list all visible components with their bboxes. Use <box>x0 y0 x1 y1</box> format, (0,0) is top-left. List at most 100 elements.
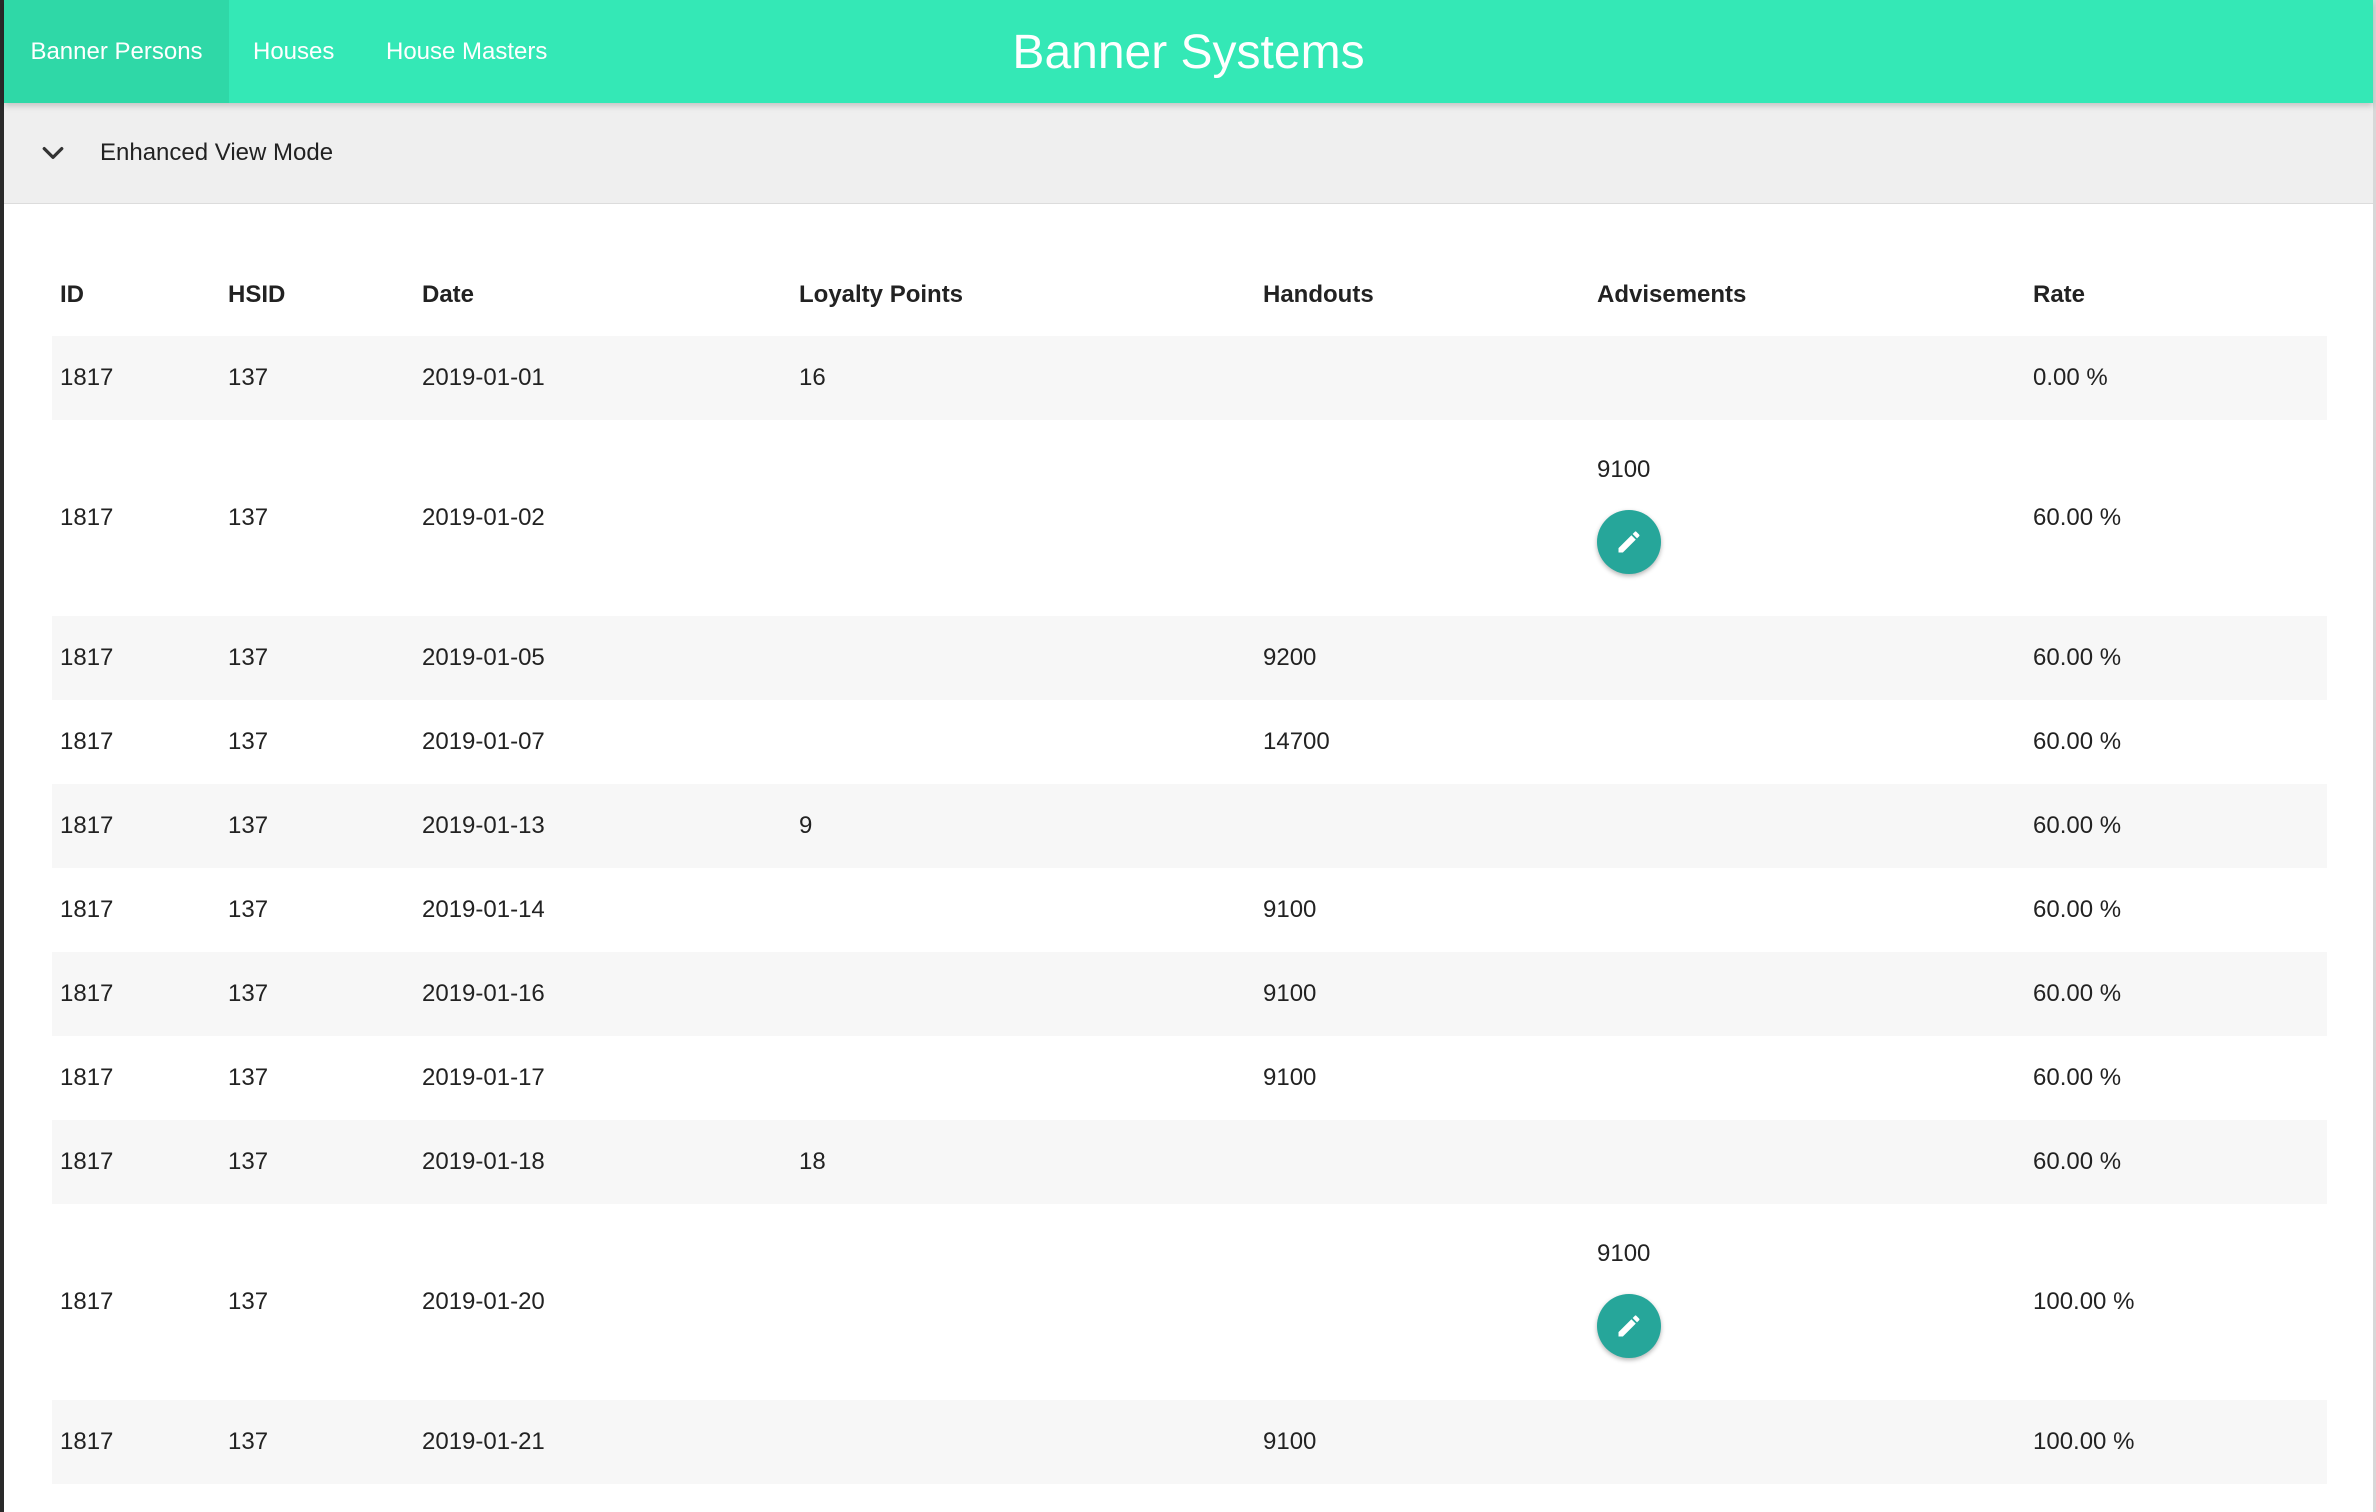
cell-loyalty-points: 18 <box>791 1120 1255 1204</box>
table-row: 1817 137 2019-01-02 9100 60.00 % <box>52 420 2327 616</box>
column-header-hsid[interactable]: HSID <box>220 254 414 336</box>
table-row: 1817 137 2019-01-01 16 0.00 % <box>52 336 2327 420</box>
tab-house-masters[interactable]: House Masters <box>386 0 547 103</box>
cell-advisements <box>1589 616 2025 700</box>
cell-hsid: 137 <box>220 784 414 868</box>
table-row: 1817 137 2019-01-07 14700 60.00 % <box>52 700 2327 784</box>
cell-id: 1817 <box>52 952 220 1036</box>
cell-date: 2019-01-02 <box>414 420 791 616</box>
cell-loyalty-points <box>791 1400 1255 1484</box>
pencil-icon <box>1618 1314 1640 1336</box>
cell-date: 2019-01-13 <box>414 784 791 868</box>
cell-handouts <box>1255 784 1589 868</box>
window-edge <box>0 0 4 1512</box>
cell-hsid: 137 <box>220 1120 414 1204</box>
data-table: ID HSID Date Loyalty Points Handouts Adv… <box>52 254 2327 1484</box>
cell-loyalty-points: 9 <box>791 784 1255 868</box>
cell-handouts: 9100 <box>1255 868 1589 952</box>
cell-id: 1817 <box>52 420 220 616</box>
table-row: 1817 137 2019-01-17 9100 60.00 % <box>52 1036 2327 1120</box>
app-bar: Banner Persons Houses House Masters Bann… <box>4 0 2373 103</box>
cell-advisements: 9100 <box>1589 420 2025 616</box>
page: Banner Persons Houses House Masters Bann… <box>0 0 2376 1512</box>
cell-date: 2019-01-07 <box>414 700 791 784</box>
cell-advisements <box>1589 700 2025 784</box>
cell-hsid: 137 <box>220 420 414 616</box>
cell-handouts: 9100 <box>1255 1036 1589 1120</box>
cell-rate: 60.00 % <box>2025 868 2327 952</box>
cell-advisements <box>1589 1036 2025 1120</box>
cell-hsid: 137 <box>220 616 414 700</box>
cell-rate: 100.00 % <box>2025 1400 2327 1484</box>
cell-advisements <box>1589 952 2025 1036</box>
column-header-loyalty-points[interactable]: Loyalty Points <box>791 254 1255 336</box>
table-header-row: ID HSID Date Loyalty Points Handouts Adv… <box>52 254 2327 336</box>
cell-handouts <box>1255 420 1589 616</box>
advisement-value: 9100 <box>1597 1239 1651 1267</box>
tab-banner-persons[interactable]: Banner Persons <box>4 0 229 103</box>
cell-date: 2019-01-05 <box>414 616 791 700</box>
cell-rate: 60.00 % <box>2025 616 2327 700</box>
cell-rate: 60.00 % <box>2025 784 2327 868</box>
cell-handouts: 9100 <box>1255 1400 1589 1484</box>
cell-date: 2019-01-14 <box>414 868 791 952</box>
panel-label: Enhanced View Mode <box>100 139 334 166</box>
cell-loyalty-points: 16 <box>791 336 1255 420</box>
cell-hsid: 137 <box>220 336 414 420</box>
table-row: 1817 137 2019-01-14 9100 60.00 % <box>52 868 2327 952</box>
cell-id: 1817 <box>52 784 220 868</box>
cell-handouts <box>1255 1204 1589 1400</box>
cell-rate: 100.00 % <box>2025 1204 2327 1400</box>
cell-handouts: 14700 <box>1255 700 1589 784</box>
cell-advisements <box>1589 336 2025 420</box>
cell-loyalty-points <box>791 420 1255 616</box>
column-header-handouts[interactable]: Handouts <box>1255 254 1589 336</box>
cell-id: 1817 <box>52 868 220 952</box>
column-header-advisements[interactable]: Advisements <box>1589 254 2025 336</box>
cell-hsid: 137 <box>220 1204 414 1400</box>
cell-rate: 60.00 % <box>2025 1036 2327 1120</box>
cell-id: 1817 <box>52 336 220 420</box>
cell-handouts: 9200 <box>1255 616 1589 700</box>
cell-advisements <box>1589 868 2025 952</box>
chevron-down-icon[interactable] <box>38 138 68 168</box>
cell-loyalty-points <box>791 616 1255 700</box>
cell-advisements <box>1589 1400 2025 1484</box>
cell-rate: 60.00 % <box>2025 700 2327 784</box>
cell-hsid: 137 <box>220 700 414 784</box>
cell-handouts: 9100 <box>1255 952 1589 1036</box>
cell-rate: 0.00 % <box>2025 336 2327 420</box>
cell-date: 2019-01-20 <box>414 1204 791 1400</box>
cell-advisements: 9100 <box>1589 1204 2025 1400</box>
edit-button[interactable] <box>1597 509 1661 574</box>
cell-hsid: 137 <box>220 952 414 1036</box>
cell-date: 2019-01-17 <box>414 1036 791 1120</box>
tab-houses[interactable]: Houses <box>253 0 334 103</box>
cell-hsid: 137 <box>220 1036 414 1120</box>
pencil-icon <box>1618 530 1640 552</box>
cell-id: 1817 <box>52 1204 220 1400</box>
advisement-value: 9100 <box>1597 455 1651 483</box>
cell-hsid: 137 <box>220 1400 414 1484</box>
cell-date: 2019-01-16 <box>414 952 791 1036</box>
cell-loyalty-points <box>791 1036 1255 1120</box>
enhanced-view-mode-panel[interactable]: Enhanced View Mode <box>4 103 2373 204</box>
table-row: 1817 137 2019-01-21 9100 100.00 % <box>52 1400 2327 1484</box>
cell-rate: 60.00 % <box>2025 1120 2327 1204</box>
cell-loyalty-points <box>791 952 1255 1036</box>
cell-id: 1817 <box>52 1036 220 1120</box>
table-row: 1817 137 2019-01-13 9 60.00 % <box>52 784 2327 868</box>
table-row: 1817 137 2019-01-16 9100 60.00 % <box>52 952 2327 1036</box>
column-header-date[interactable]: Date <box>414 254 791 336</box>
cell-hsid: 137 <box>220 868 414 952</box>
cell-id: 1817 <box>52 1120 220 1204</box>
column-header-rate[interactable]: Rate <box>2025 254 2327 336</box>
edit-button[interactable] <box>1597 1293 1661 1358</box>
cell-handouts <box>1255 1120 1589 1204</box>
cell-advisements <box>1589 784 2025 868</box>
cell-date: 2019-01-21 <box>414 1400 791 1484</box>
column-header-id[interactable]: ID <box>52 254 220 336</box>
cell-advisements <box>1589 1120 2025 1204</box>
cell-loyalty-points <box>791 868 1255 952</box>
table-row: 1817 137 2019-01-20 9100 100.00 % <box>52 1204 2327 1400</box>
